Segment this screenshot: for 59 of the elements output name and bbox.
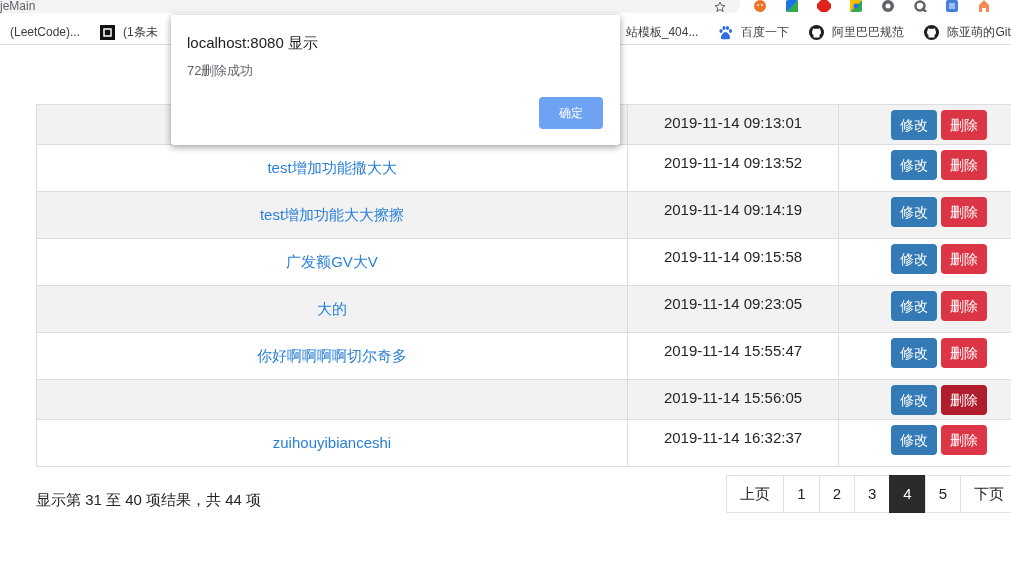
disc-extension-icon[interactable] <box>753 0 767 12</box>
delete-button[interactable]: 删除 <box>941 110 987 140</box>
title-link[interactable]: 你好啊啊啊啊切尔奇多 <box>257 347 407 364</box>
title-link[interactable]: test增加功能撒大大 <box>267 159 397 176</box>
round-logo-icon <box>809 24 825 40</box>
delete-button[interactable]: 删除 <box>941 425 987 455</box>
delete-button[interactable]: 删除 <box>941 385 987 415</box>
date-cell: 2019-11-14 16:32:37 <box>627 419 839 467</box>
delete-button[interactable]: 删除 <box>941 197 987 227</box>
page-link[interactable]: 1 <box>783 475 820 513</box>
edit-button[interactable]: 修改 <box>891 338 937 368</box>
bookmark-link[interactable]: 陈亚萌的Git <box>924 23 1011 41</box>
date-cell: 2019-11-14 09:13:01 <box>627 104 839 145</box>
title-link[interactable]: zuihouyibianceshi <box>272 434 392 451</box>
bookmark-link[interactable]: 站模板_404... <box>625 23 699 41</box>
page-link[interactable]: 4 <box>889 475 926 513</box>
title-link[interactable]: 大的 <box>317 300 347 317</box>
delete-button[interactable]: 删除 <box>941 338 987 368</box>
tile-extension-icon[interactable] <box>785 0 799 12</box>
address-bar[interactable]: jeMain <box>0 0 740 13</box>
dialog-message: 72删除成功 <box>187 62 255 80</box>
paw-icon <box>718 24 734 40</box>
bookmark-link[interactable]: (1条未 <box>100 23 158 41</box>
title-link[interactable]: test增加功能大大擦擦 <box>259 206 405 223</box>
date-cell: 2019-11-14 09:23:05 <box>627 285 839 333</box>
date-cell: 2019-11-14 15:55:47 <box>627 332 839 380</box>
edit-button[interactable]: 修改 <box>891 197 937 227</box>
figure-extension-icon[interactable] <box>977 0 991 12</box>
delete-button[interactable]: 删除 <box>941 150 987 180</box>
page-link[interactable]: 上页 <box>726 475 785 513</box>
edit-button[interactable]: 修改 <box>891 110 937 140</box>
results-summary: 显示第 31 至 40 项结果，共 44 项 <box>36 490 262 510</box>
ok-button[interactable]: 确定 <box>539 97 603 129</box>
edit-button[interactable]: 修改 <box>891 150 937 180</box>
round-logo-icon <box>924 24 940 40</box>
edit-button[interactable]: 修改 <box>891 385 937 415</box>
bookmark-link[interactable]: 百度一下 <box>718 23 790 41</box>
tile-icon <box>100 24 116 40</box>
page-link[interactable]: 下页 <box>960 475 1011 513</box>
date-cell: 2019-11-14 09:15:58 <box>627 238 839 286</box>
page-link[interactable]: 2 <box>818 475 855 513</box>
edit-button[interactable]: 修改 <box>891 244 937 274</box>
edit-button[interactable]: 修改 <box>891 425 937 455</box>
ring-extension-icon[interactable] <box>913 0 927 12</box>
bookmark-link[interactable]: 阿里巴巴规范 <box>809 23 905 41</box>
date-cell: 2019-11-14 15:56:05 <box>627 379 839 420</box>
star-icon[interactable] <box>714 0 726 13</box>
title-link[interactable]: 广发额GV大V <box>286 253 378 270</box>
date-cell: 2019-11-14 09:13:52 <box>627 144 839 192</box>
date-cell: 2019-11-14 09:14:19 <box>627 191 839 239</box>
delete-button[interactable]: 删除 <box>941 244 987 274</box>
stop-sign-icon[interactable] <box>817 0 831 12</box>
tile-extension-icon[interactable] <box>945 0 959 12</box>
disc-extension-icon[interactable] <box>881 0 895 12</box>
dialog-title: localhost:8080 显示 <box>187 33 319 53</box>
tile-extension-icon[interactable] <box>849 0 863 12</box>
delete-button[interactable]: 删除 <box>941 291 987 321</box>
edit-button[interactable]: 修改 <box>891 291 937 321</box>
bookmark-link[interactable]: (LeetCode)... <box>10 23 81 41</box>
